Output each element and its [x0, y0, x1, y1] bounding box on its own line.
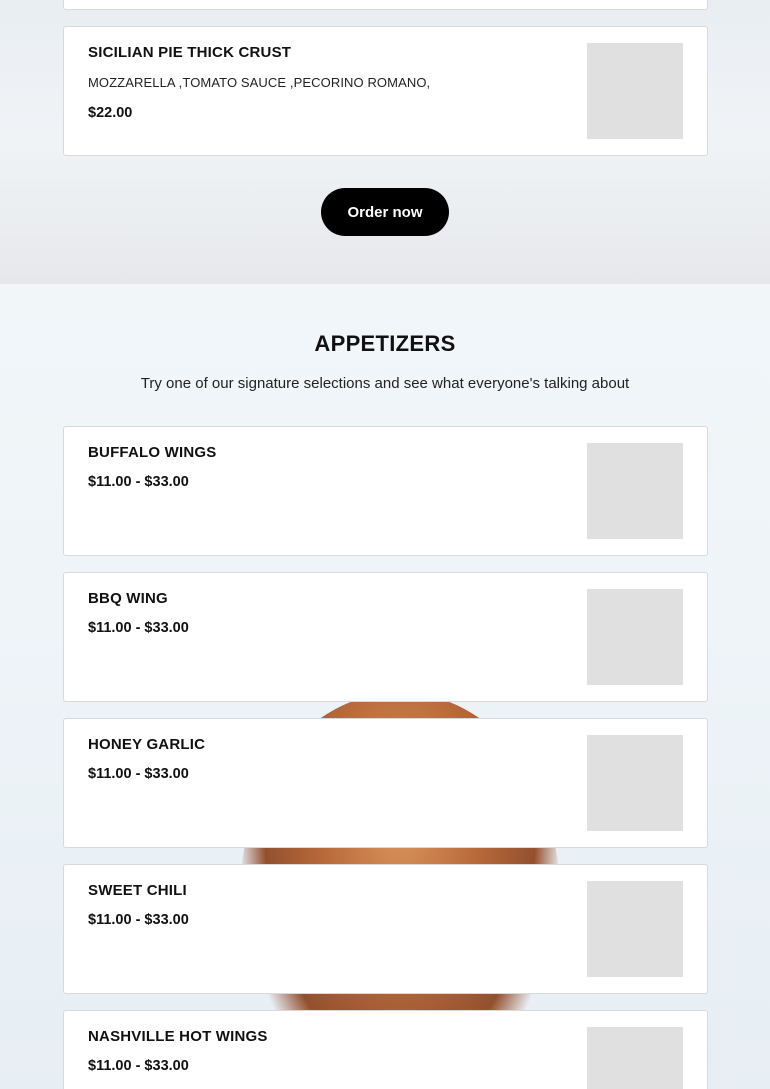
pizza-section: SICILIAN PIE THICK CRUST MOZZARELLA ,TOM…	[0, 0, 770, 284]
menu-item-name: BUFFALO WINGS	[88, 444, 217, 461]
menu-item-card[interactable]: HONEY GARLIC $11.00 - $33.00	[63, 718, 708, 848]
menu-item-name: HONEY GARLIC	[88, 736, 206, 753]
menu-item-card-partial[interactable]	[63, 0, 708, 10]
menu-item-price: $11.00 - $33.00	[88, 620, 189, 636]
order-now-button[interactable]: Order now	[321, 188, 449, 236]
menu-item-image[interactable]	[587, 881, 683, 977]
menu-item-card[interactable]: SICILIAN PIE THICK CRUST MOZZARELLA ,TOM…	[63, 26, 708, 156]
menu-item-image[interactable]	[587, 443, 683, 539]
menu-item-image[interactable]	[587, 43, 683, 139]
menu-item-card[interactable]: SWEET CHILI $11.00 - $33.00	[63, 864, 708, 994]
menu-item-image[interactable]	[587, 589, 683, 685]
menu-item-card[interactable]: BBQ WING $11.00 - $33.00	[63, 572, 708, 702]
section-subtitle: Try one of our signature selections and …	[140, 375, 630, 392]
menu-item-price: $11.00 - $33.00	[88, 912, 189, 928]
menu-item-price: $11.00 - $33.00	[88, 766, 189, 782]
section-title: APPETIZERS	[314, 331, 456, 356]
menu-item-image[interactable]	[587, 735, 683, 831]
menu-item-description: MOZZARELLA ,TOMATO SAUCE ,PECORINO ROMAN…	[88, 75, 431, 90]
menu-item-card[interactable]: NASHVILLE HOT WINGS $11.00 - $33.00	[63, 1010, 708, 1089]
menu-item-card[interactable]: BUFFALO WINGS $11.00 - $33.00	[63, 426, 708, 556]
menu-item-price: $11.00 - $33.00	[88, 1058, 189, 1074]
menu-item-image[interactable]	[587, 1027, 683, 1089]
menu-item-price: $11.00 - $33.00	[88, 474, 189, 490]
menu-item-price: $22.00	[88, 105, 133, 121]
menu-item-name: SWEET CHILI	[88, 882, 187, 899]
menu-item-name: SICILIAN PIE THICK CRUST	[88, 44, 292, 61]
menu-item-name: NASHVILLE HOT WINGS	[88, 1028, 268, 1045]
menu-item-name: BBQ WING	[88, 590, 168, 607]
